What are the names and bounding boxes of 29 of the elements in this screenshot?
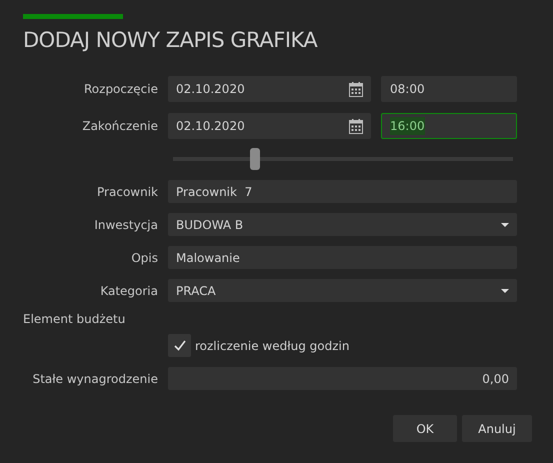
slider-thumb[interactable]: [250, 148, 260, 170]
calendar-icon[interactable]: [349, 118, 363, 134]
caret-icon: [501, 288, 509, 292]
time-slider[interactable]: [173, 148, 513, 170]
field-label: Stałe wynagrodzenie: [32, 370, 158, 388]
field-label: Kategoria: [100, 282, 158, 300]
dialog-button[interactable]: OK: [393, 415, 457, 442]
date-field[interactable]: 02.10.2020: [168, 113, 371, 139]
time-field[interactable]: 16:00: [381, 113, 517, 139]
field-label: Pracownik: [97, 184, 158, 200]
section-label: Element budżetu: [23, 311, 126, 328]
time-field[interactable]: 08:00: [381, 76, 517, 102]
checkbox[interactable]: [168, 334, 191, 357]
check-icon: [174, 340, 186, 351]
dropdown[interactable]: PRACA: [168, 279, 517, 302]
input-field[interactable]: 0,00: [168, 367, 517, 390]
dropdown[interactable]: BUDOWA B: [168, 213, 517, 236]
field-label: Zakończenie: [82, 118, 158, 135]
checkbox-label[interactable]: rozliczenie według godzin: [195, 336, 350, 354]
caret-icon: [501, 222, 509, 226]
field-label: Opis: [131, 250, 158, 266]
field-label: Inwestycja: [94, 216, 158, 234]
input-field[interactable]: Malowanie: [168, 246, 517, 269]
calendar-icon[interactable]: [349, 82, 363, 96]
field-label: Rozpoczęcie: [84, 81, 158, 98]
input-field[interactable]: Pracownik 7: [168, 180, 517, 203]
date-field[interactable]: 02.10.2020: [168, 76, 371, 102]
dialog-button[interactable]: Anuluj: [462, 415, 532, 442]
dialog-title: DODAJ NOWY ZAPIS GRAFIKA: [23, 27, 318, 54]
